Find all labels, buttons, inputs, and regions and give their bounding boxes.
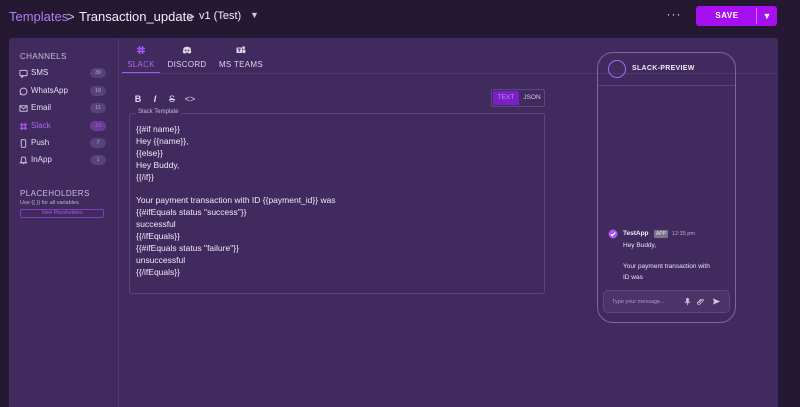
- save-options-chevron-icon[interactable]: ▼: [757, 6, 777, 26]
- channel-count-badge: 30: [90, 68, 106, 78]
- preview-header: SLACK-PREVIEW: [598, 53, 735, 86]
- tab-label: DISCORD: [167, 60, 207, 69]
- template-line: Your payment transaction with ID {{payme…: [136, 195, 336, 205]
- sidebar-item-label: InApp: [31, 155, 52, 164]
- discord-icon: [182, 46, 192, 54]
- italic-button[interactable]: I: [149, 93, 161, 105]
- breadcrumb-separator: >: [67, 9, 75, 24]
- mode-text-button[interactable]: TEXT: [493, 91, 519, 105]
- whatsapp-icon: [19, 87, 28, 96]
- slack-preview-phone: SLACK-PREVIEW TestApp APP 12:35 pm Hey B…: [597, 52, 736, 323]
- tab-ms-teams[interactable]: MS TEAMS: [217, 38, 265, 74]
- preview-title: SLACK-PREVIEW: [632, 65, 695, 72]
- placeholders-hint: Use {{ }} for all variables: [20, 200, 79, 206]
- message-line: Hey Buddy,: [623, 242, 657, 249]
- slack-icon: [137, 46, 145, 54]
- strikethrough-button[interactable]: S: [166, 93, 178, 105]
- sidebar-item-label: SMS: [31, 68, 49, 77]
- save-button[interactable]: SAVE: [696, 6, 758, 26]
- code-button[interactable]: <>: [182, 93, 198, 105]
- sidebar-item-slack[interactable]: Slack 10: [17, 120, 107, 134]
- sidebar-item-label: Slack: [31, 121, 51, 130]
- template-line: {{else}}: [136, 148, 163, 158]
- template-line: {{#ifEquals status "failure"}}: [136, 243, 239, 253]
- save-button-group: SAVE ▼: [696, 6, 777, 26]
- channel-count-badge: 11: [90, 103, 106, 113]
- sidebar-item-push[interactable]: Push 7: [17, 137, 107, 151]
- template-line: {{/ifEquals}}: [136, 231, 180, 241]
- channel-count-badge: 1: [90, 155, 106, 165]
- editor-panel: CHANNELS SMS 30 WhatsApp 16 Email 11 Sla…: [9, 38, 778, 407]
- sidebar-item-whatsapp[interactable]: WhatsApp 16: [17, 85, 107, 99]
- mode-json-button[interactable]: JSON: [520, 91, 544, 105]
- email-icon: [19, 105, 28, 112]
- message-time: 12:35 pm: [672, 231, 695, 237]
- app-badge: APP: [654, 230, 669, 238]
- slack-icon: [19, 122, 28, 131]
- ms-teams-icon: [236, 46, 246, 54]
- more-options-button[interactable]: ···: [666, 8, 682, 22]
- sidebar-item-label: Push: [31, 138, 50, 147]
- template-line: Hey Buddy,: [136, 160, 180, 170]
- template-line: {{/if}}: [136, 172, 154, 182]
- message-input[interactable]: [612, 296, 678, 308]
- inapp-icon: [19, 156, 28, 165]
- template-editor[interactable]: Slack Template {{#if name}} Hey {{name}}…: [129, 109, 545, 294]
- tab-discord[interactable]: DISCORD: [166, 38, 208, 74]
- channel-sidebar: CHANNELS SMS 30 WhatsApp 16 Email 11 Sla…: [9, 38, 119, 407]
- editor-label: Slack Template: [136, 109, 181, 115]
- format-mode-toggle: TEXT JSON: [491, 89, 545, 107]
- channel-count-badge: 7: [90, 138, 106, 148]
- placeholders-heading: PLACEHOLDERS: [20, 189, 90, 198]
- tab-label: MS TEAMS: [218, 60, 264, 69]
- push-icon: [20, 139, 27, 148]
- message-app-name: TestApp: [623, 230, 649, 237]
- sidebar-item-label: Email: [31, 103, 52, 112]
- template-line: {{/ifEquals}}: [136, 267, 180, 277]
- version-selector[interactable]: v1 (Test): [199, 10, 241, 22]
- attachment-icon[interactable]: [696, 297, 705, 306]
- breadcrumb-separator: >: [187, 9, 195, 24]
- top-bar: Templates > Transaction_update > v1 (Tes…: [0, 0, 800, 34]
- sidebar-item-inapp[interactable]: InApp 1: [17, 154, 107, 168]
- template-line: successful: [136, 219, 176, 229]
- message-line: ID was: [623, 274, 643, 281]
- message-composer: [603, 290, 730, 313]
- channels-heading: CHANNELS: [20, 52, 67, 61]
- bold-button[interactable]: B: [132, 93, 144, 105]
- view-placeholders-button[interactable]: View Placeholders: [20, 209, 104, 218]
- tab-slack[interactable]: SLACK: [122, 38, 160, 74]
- sidebar-item-label: WhatsApp: [31, 86, 68, 95]
- template-line: unsuccessful: [136, 255, 186, 265]
- sidebar-item-sms[interactable]: SMS 30: [17, 67, 107, 81]
- chevron-down-icon[interactable]: ▼: [250, 10, 259, 20]
- tab-label: SLACK: [127, 60, 155, 69]
- sidebar-item-email[interactable]: Email 11: [17, 102, 107, 116]
- send-icon[interactable]: [712, 297, 721, 306]
- template-line: {{#ifEquals status "success"}}: [136, 207, 247, 217]
- message-line: Your payment transaction with: [623, 263, 710, 270]
- template-line: {{#if name}}: [136, 124, 180, 134]
- verified-check-icon: [608, 229, 618, 239]
- breadcrumb-template-name[interactable]: Transaction_update: [79, 9, 193, 24]
- channel-count-badge: 10: [90, 121, 106, 131]
- channel-count-badge: 16: [90, 86, 106, 96]
- template-line: Hey {{name}},: [136, 136, 189, 146]
- avatar: [608, 60, 626, 78]
- microphone-icon[interactable]: [683, 297, 692, 306]
- sms-icon: [19, 69, 28, 78]
- breadcrumb-templates[interactable]: Templates: [9, 9, 68, 24]
